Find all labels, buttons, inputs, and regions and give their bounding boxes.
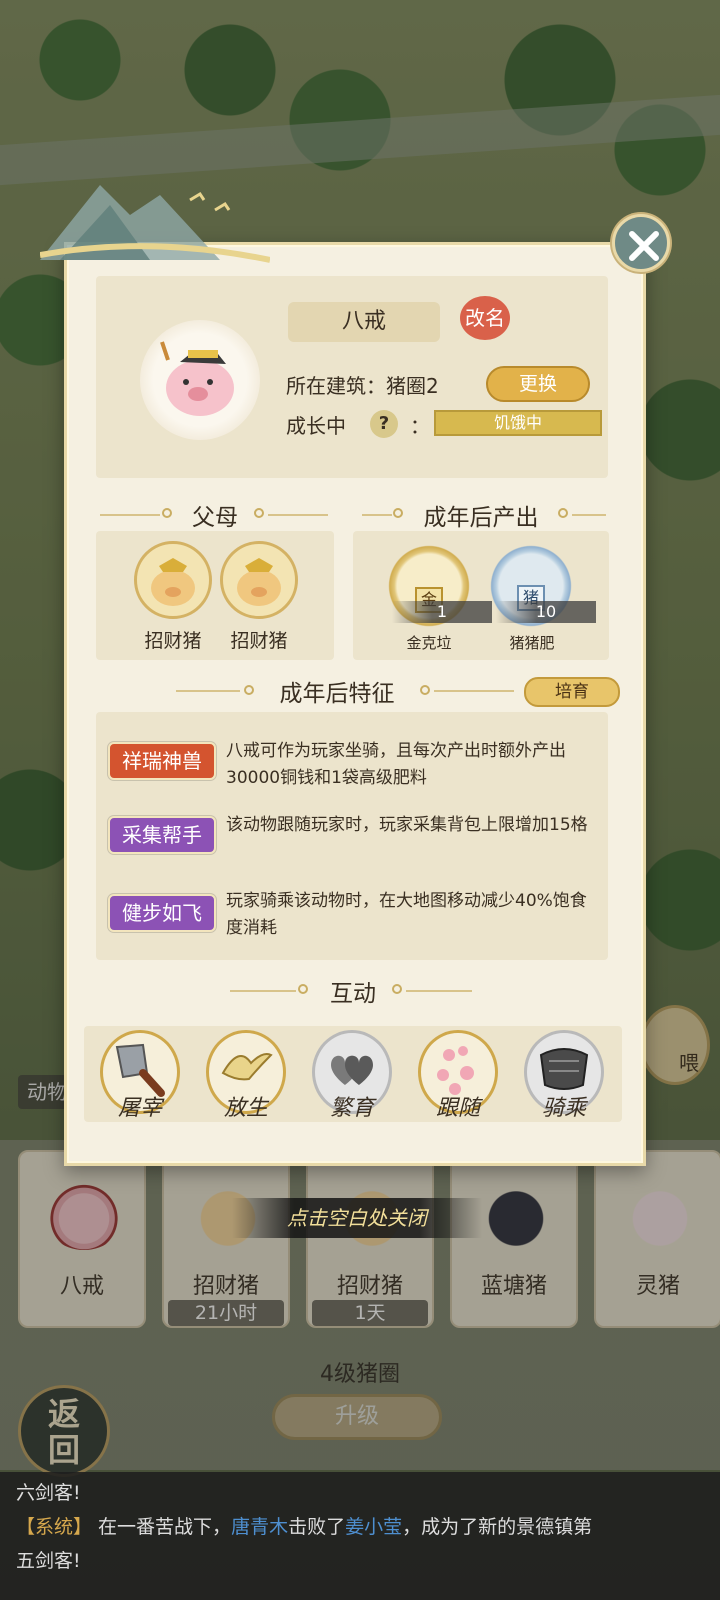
trait-description: 八戒可作为玩家坐骑，且每次产出时额外产出30000铜钱和1袋高级肥料 — [226, 741, 566, 788]
pet-name: 八戒 — [288, 302, 440, 342]
parent-name: 招财猪 — [144, 630, 202, 652]
pig-icon — [237, 558, 281, 606]
pet-avatar — [140, 320, 260, 440]
interact-title: 互动 — [330, 981, 376, 1007]
action-label: 屠宰 — [117, 1096, 162, 1121]
divider-ornament — [558, 508, 568, 518]
close-icon — [629, 231, 659, 261]
divider-ornament — [298, 984, 308, 994]
divider — [100, 514, 160, 516]
cultivate-button[interactable]: 培育 — [524, 677, 620, 707]
trait-description: 该动物跟随玩家时，玩家采集背包上限增加15格 — [226, 815, 588, 835]
output-title: 成年后产出 — [423, 505, 539, 531]
item-name: 金克垃 — [406, 634, 452, 652]
colon: ： — [410, 414, 430, 438]
divider — [362, 514, 392, 516]
change-building-button[interactable]: 更换 — [486, 366, 590, 402]
traits-title: 成年后特征 — [279, 681, 395, 707]
chat-line: 五剑客! — [16, 1550, 81, 1572]
action-label: 骑乘 — [541, 1096, 586, 1121]
divider-ornament — [254, 508, 264, 518]
chat-text: 在一番苦战下， — [92, 1516, 232, 1538]
tap-to-close-hint: 点击空白处关闭 — [232, 1198, 482, 1238]
divider-ornament — [393, 508, 403, 518]
pig-icon — [160, 341, 234, 416]
trait-tag: 祥瑞神兽 — [108, 742, 216, 780]
chat-line: 六剑客! — [16, 1482, 81, 1504]
divider-ornament — [392, 984, 402, 994]
action-label: 繁育 — [329, 1096, 374, 1121]
divider — [268, 514, 328, 516]
divider-ornament — [420, 685, 430, 695]
rename-button[interactable]: 改名 — [460, 296, 510, 340]
trait-tag: 健步如飞 — [108, 894, 216, 932]
divider — [176, 690, 240, 692]
divider-ornament — [162, 508, 172, 518]
action-label: 跟随 — [435, 1096, 480, 1121]
chat-player-name[interactable]: 唐青木 — [231, 1516, 288, 1538]
item-count: 1 — [392, 601, 492, 623]
parent-name: 招财猪 — [230, 630, 288, 652]
action-label: 放生 — [223, 1096, 268, 1121]
chat-system-tag: 【系统】 — [16, 1516, 93, 1538]
chat-player-name[interactable]: 姜小莹 — [345, 1516, 402, 1538]
pig-icon — [151, 558, 195, 606]
chat-line: 【系统】 在一番苦战下，唐青木击败了姜小莹，成为了新的景德镇第 — [16, 1510, 704, 1544]
item-name: 猪猪肥 — [509, 634, 555, 652]
close-button[interactable] — [612, 214, 670, 272]
divider-ornament — [244, 685, 254, 695]
parent-avatar[interactable] — [220, 541, 298, 619]
growth-label: 成长中 — [286, 414, 346, 438]
chat-log: 六剑客! 【系统】 在一番苦战下，唐青木击败了姜小莹，成为了新的景德镇第 五剑客… — [0, 1472, 720, 1600]
divider — [572, 514, 606, 516]
parents-title: 父母 — [192, 505, 238, 531]
divider — [406, 990, 472, 992]
hunger-status: 饥饿中 — [434, 410, 602, 436]
trait-tag: 采集帮手 — [108, 816, 216, 854]
trait-description: 玩家骑乘该动物时，在大地图移动减少40%饱食度消耗 — [226, 891, 587, 938]
divider — [434, 690, 514, 692]
parent-avatar[interactable] — [134, 541, 212, 619]
help-icon[interactable]: ? — [370, 410, 398, 438]
mountain-decoration — [40, 185, 270, 263]
chat-text: ，成为了新的景德镇第 — [402, 1516, 593, 1538]
item-count: 10 — [496, 601, 596, 623]
chat-text: 击败了 — [288, 1516, 346, 1538]
building-location: 所在建筑：猪圈2 — [286, 374, 439, 398]
divider — [230, 990, 296, 992]
